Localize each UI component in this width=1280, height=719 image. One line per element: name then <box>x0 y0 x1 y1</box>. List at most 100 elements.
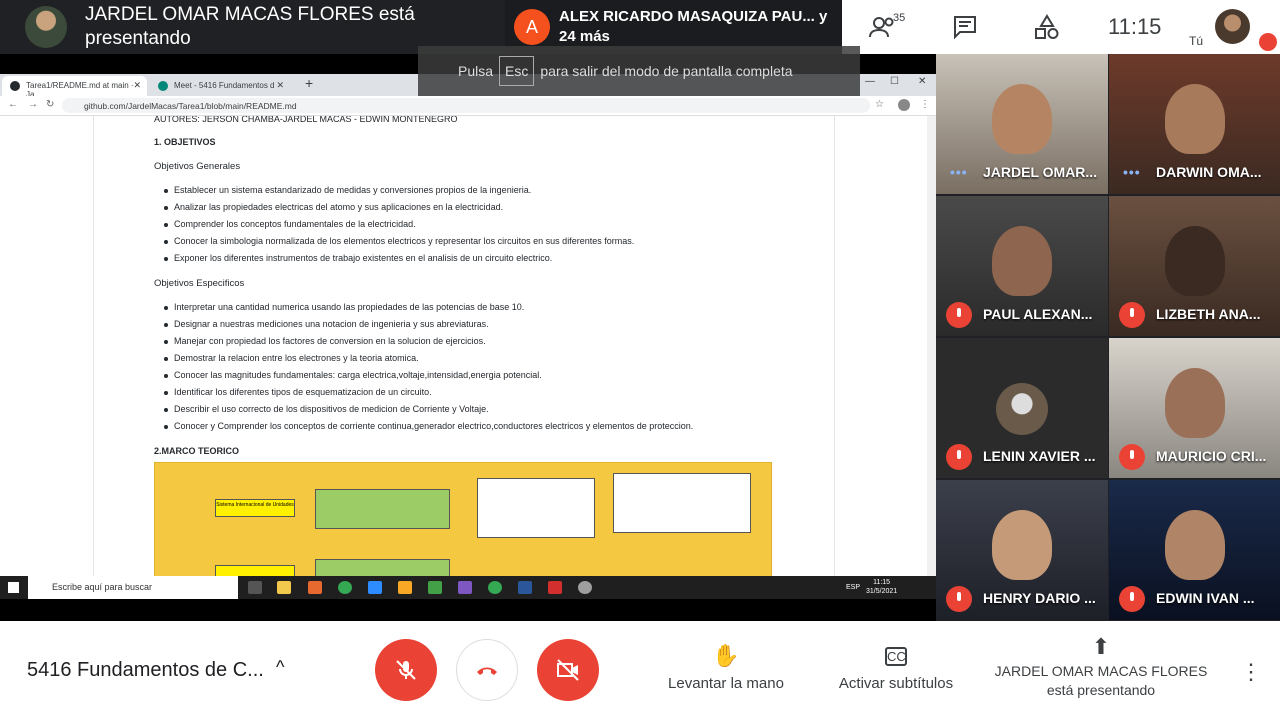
participant-name: EDWIN IVAN ... <box>1156 590 1255 606</box>
speaking-indicator: ••• <box>950 164 968 180</box>
mic-off-icon <box>946 586 972 612</box>
participant-tile[interactable]: EDWIN IVAN ... <box>1109 480 1280 620</box>
participant-name: MAURICIO CRI... <box>1156 448 1267 464</box>
profile-icon[interactable] <box>898 99 910 111</box>
subheading-especificos: Objetivos Especificos <box>154 278 245 289</box>
participant-video <box>1165 84 1225 154</box>
activities-icon[interactable] <box>1032 12 1062 42</box>
presenting-label: JARDEL OMAR MACAS FLORES está presentand… <box>994 663 1208 698</box>
word-icon[interactable] <box>518 581 532 594</box>
forward-icon[interactable]: → <box>28 99 38 110</box>
app-icon[interactable] <box>428 581 442 594</box>
mic-toggle-button[interactable] <box>375 639 437 701</box>
subheading-generales: Objetivos Generales <box>154 161 241 172</box>
participant-tile[interactable]: HENRY DARIO ... <box>936 480 1108 620</box>
windows-taskbar: Escribe aquí para buscar ESP 11:15 31/5/… <box>0 576 936 599</box>
keyboard-language[interactable]: ESP <box>846 584 860 591</box>
chrome-icon[interactable] <box>488 581 502 594</box>
app-icon[interactable] <box>578 581 592 594</box>
leave-call-button[interactable] <box>456 639 518 701</box>
list-item: Designar a nuestras mediciones una notac… <box>164 319 489 329</box>
task-view-icon[interactable] <box>248 581 262 594</box>
mic-off-icon <box>1119 586 1145 612</box>
participant-tile[interactable]: PAUL ALEXAN... <box>936 196 1108 336</box>
hang-up-icon <box>477 667 497 675</box>
meet-window: JARDEL OMAR MACAS FLORES está presentand… <box>0 0 1280 719</box>
back-icon[interactable]: ← <box>8 99 18 110</box>
diagram-table <box>477 478 595 538</box>
close-icon[interactable]: ✕ <box>276 80 284 91</box>
twitch-icon[interactable] <box>458 581 472 594</box>
list-item: Conocer las magnitudes fundamentales: ca… <box>164 370 542 380</box>
participant-video <box>1165 368 1225 438</box>
mic-off-icon <box>946 444 972 470</box>
participant-tile[interactable]: MAURICIO CRI... <box>1109 338 1280 478</box>
authors-line: AUTORES: JERSON CHAMBA-JARDEL MACAS - ED… <box>154 116 458 124</box>
participants-count: 35 <box>893 12 906 24</box>
page-scrollbar[interactable] <box>927 116 936 576</box>
participant-tile[interactable]: ••• DARWIN OMA... <box>1109 54 1280 194</box>
participant-tile[interactable]: LENIN XAVIER ... <box>936 338 1108 478</box>
more-options-icon[interactable]: ⋮ <box>1240 659 1262 685</box>
heading-marco-teorico: 2.MARCO TEORICO <box>154 446 240 456</box>
zoom-icon[interactable] <box>368 581 382 594</box>
taskbar-search[interactable]: Escribe aquí para buscar <box>28 576 238 599</box>
sticky-notes-icon[interactable] <box>398 581 412 594</box>
maximize-icon[interactable]: ☐ <box>890 76 899 87</box>
participant-name: PAUL ALEXAN... <box>983 306 1093 322</box>
diagram-text-box <box>315 489 450 529</box>
self-mic-off-icon <box>1259 33 1277 51</box>
address-bar: ← → ↻ github.com/JardelMacas/Tarea1/blob… <box>0 96 936 116</box>
raise-hand-button[interactable]: ✋ Levantar la mano <box>666 643 786 692</box>
mic-off-icon <box>946 302 972 328</box>
tab-label: Meet - 5416 Fundamentos d <box>174 81 275 90</box>
captions-button[interactable]: CC Activar subtítulos <box>833 643 959 692</box>
other-participants-text: ALEX RICARDO MASAQUIZA PAU... y 24 más <box>559 8 828 45</box>
browser-tab-github[interactable]: Tarea1/README.md at main · Ja ✕ <box>2 76 147 99</box>
chrome-icon[interactable] <box>338 581 352 594</box>
speaking-indicator: ••• <box>1123 164 1141 180</box>
windows-start-icon[interactable] <box>8 582 19 593</box>
camera-toggle-button[interactable] <box>537 639 599 701</box>
meeting-clock: 11:15 <box>1108 14 1162 39</box>
diagram-box-si: Sistema Internacional de Unidades <box>215 499 295 517</box>
participant-avatar <box>996 383 1048 435</box>
diagram-text-box <box>315 559 450 577</box>
present-screen-icon: ⬆ <box>1091 634 1111 659</box>
window-close-icon[interactable]: ✕ <box>918 76 926 87</box>
reload-icon[interactable]: ↻ <box>46 99 54 110</box>
hint-text: Pulsa <box>458 63 494 79</box>
chat-icon[interactable] <box>950 12 980 42</box>
url-field[interactable]: github.com/JardelMacas/Tarea1/blob/main/… <box>62 98 870 113</box>
presenting-button[interactable]: ⬆ JARDEL OMAR MACAS FLORES está presenta… <box>990 634 1212 700</box>
raise-hand-label: Levantar la mano <box>668 675 784 692</box>
file-explorer-icon[interactable] <box>277 581 291 594</box>
participant-tile[interactable]: ••• JARDEL OMAR... <box>936 54 1108 194</box>
browser-tab-meet[interactable]: Meet - 5416 Fundamentos d ✕ <box>150 76 290 96</box>
fullscreen-hint: Pulsa Esc para salir del modo de pantall… <box>418 46 860 96</box>
close-icon[interactable]: ✕ <box>133 80 141 91</box>
marco-teorico-diagram: Sistema Internacional de Unidades <box>154 462 772 577</box>
participant-name: HENRY DARIO ... <box>983 590 1096 606</box>
minimize-icon[interactable]: — <box>865 76 875 87</box>
taskbar-clock[interactable]: 11:15 31/5/2021 <box>866 578 897 596</box>
menu-icon[interactable]: ⋮ <box>920 99 930 110</box>
participant-initial-avatar: A <box>514 9 550 45</box>
new-tab-button[interactable]: + <box>305 75 313 91</box>
bookmark-star-icon[interactable]: ☆ <box>875 99 884 110</box>
captions-label: Activar subtítulos <box>838 675 954 692</box>
diagram-table <box>613 473 751 533</box>
acrobat-icon[interactable] <box>548 581 562 594</box>
mic-off-icon <box>1119 302 1145 328</box>
meeting-title[interactable]: 5416 Fundamentos de C... <box>27 659 264 682</box>
participant-video <box>992 84 1052 154</box>
list-item: Interpretar una cantidad numerica usando… <box>163 302 525 312</box>
self-avatar[interactable] <box>1215 9 1250 44</box>
hint-text: para salir del modo de pantalla completa <box>540 63 793 79</box>
participant-tile[interactable]: LIZBETH ANA... <box>1109 196 1280 336</box>
esc-key: Esc <box>499 56 535 86</box>
chevron-up-icon[interactable]: ^ <box>276 657 284 678</box>
presenter-avatar <box>25 6 67 48</box>
firefox-icon[interactable] <box>308 581 322 594</box>
bottom-bar: 5416 Fundamentos de C... ^ ✋ Levantar la… <box>0 621 1280 719</box>
